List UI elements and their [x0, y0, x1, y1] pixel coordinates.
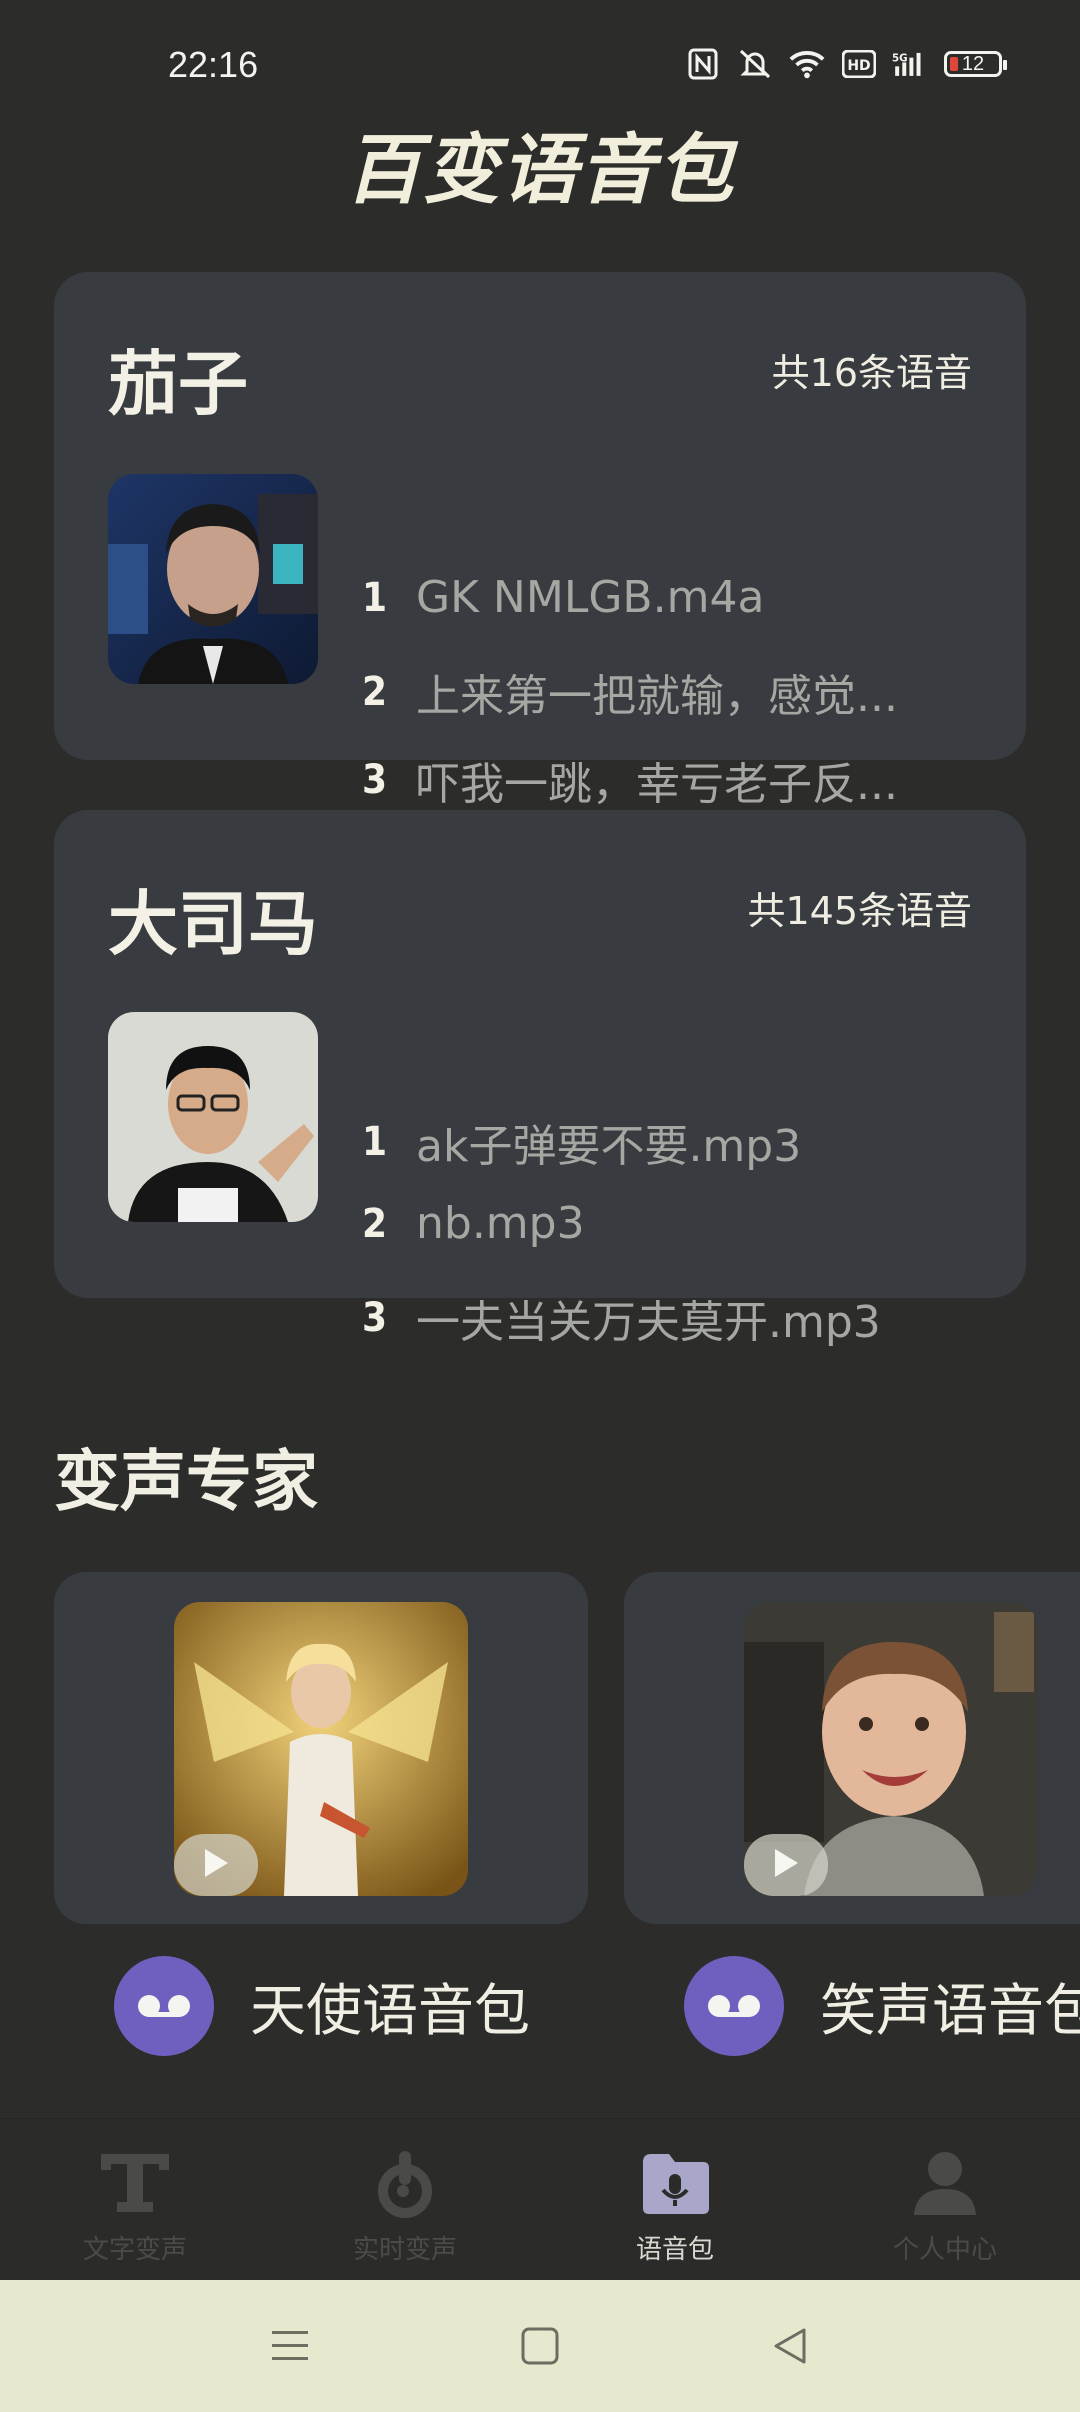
voicemail-icon — [684, 1956, 784, 2056]
expert-label-text: 天使语音包 — [250, 1978, 530, 2044]
track-item[interactable]: 1 ak子弹要不要.mp3 — [362, 1110, 922, 1174]
nav-item-realtime-voice[interactable]: 实时变声 — [270, 2119, 540, 2281]
pack-name: 茄子 — [108, 343, 248, 425]
expert-thumbnail — [174, 1602, 468, 1896]
nav-item-profile[interactable]: 个人中心 — [810, 2119, 1080, 2281]
nav-label: 文字变声 — [82, 2235, 187, 2265]
track-title: ak子弹要不要.mp3 — [416, 1121, 802, 1172]
expert-card[interactable] — [54, 1572, 588, 1924]
nav-label: 个人中心 — [892, 2235, 997, 2265]
track-item[interactable]: 2 上来第一把就输，感觉... — [362, 660, 922, 724]
track-title: nb.mp3 — [416, 1198, 585, 1249]
pack-avatar — [108, 1012, 318, 1222]
section-title-voice-experts: 变声专家 — [54, 1443, 318, 1520]
hd-icon: HD — [840, 46, 878, 82]
play-icon — [201, 1846, 231, 1884]
expert-item[interactable]: 天使语音包 — [114, 1956, 530, 2056]
pack-avatar — [108, 474, 318, 684]
track-title: 上来第一把就输，感觉... — [416, 671, 898, 722]
nfc-icon — [684, 46, 722, 82]
expert-label-text: 笑声语音包 — [820, 1978, 1080, 2044]
battery-indicator: 12 — [944, 51, 1007, 77]
expert-item[interactable]: 笑声语音包 — [684, 1956, 1080, 2056]
track-item[interactable]: 2 nb.mp3 — [362, 1198, 922, 1249]
status-icons: HD 5G 12 — [684, 46, 1007, 82]
voice-pack-card[interactable]: 大司马 共145条语音 1 ak子弹要不要.mp3 2 nb.mp3 — [54, 810, 1026, 1298]
menu-icon[interactable] — [260, 2316, 320, 2376]
svg-text:HD: HD — [847, 58, 870, 74]
track-title: 吓我一跳，幸亏老子反... — [416, 759, 898, 810]
expert-card[interactable] — [624, 1572, 1080, 1924]
track-item[interactable]: 3 一夫当关万夫莫开.mp3 — [362, 1286, 922, 1350]
track-number: 3 — [362, 757, 388, 803]
play-button[interactable] — [174, 1834, 258, 1896]
track-number: 2 — [362, 669, 388, 715]
track-number: 1 — [362, 574, 388, 621]
pack-count: 共16条语音 — [771, 351, 972, 395]
nav-item-text-voice[interactable]: 文字变声 — [0, 2119, 270, 2281]
track-number: 2 — [362, 1200, 388, 1247]
pack-name: 大司马 — [108, 883, 318, 965]
track-number: 3 — [362, 1295, 388, 1341]
voice-pack-card[interactable]: 茄子 共16条语音 1 GK NMLGB.m4a 2 上来第一把就输，感觉... — [54, 272, 1026, 760]
track-item[interactable]: 1 GK NMLGB.m4a — [362, 572, 922, 623]
play-icon — [771, 1846, 801, 1884]
track-item[interactable]: 3 吓我一跳，幸亏老子反... — [362, 748, 922, 812]
wifi-icon — [788, 46, 826, 82]
5g-signal-icon: 5G — [892, 46, 930, 82]
system-nav-bar — [0, 2280, 1080, 2412]
back-icon[interactable] — [760, 2316, 820, 2376]
realtime-voice-icon — [363, 2143, 447, 2223]
folder-mic-icon — [633, 2143, 717, 2223]
mute-icon — [736, 46, 774, 82]
nav-label: 语音包 — [635, 2235, 714, 2265]
app-title: 百变语音包 — [345, 125, 735, 214]
status-bar: 22:16 HD 5G 12 — [0, 0, 1080, 120]
user-icon — [903, 2143, 987, 2223]
track-title: 一夫当关万夫莫开.mp3 — [416, 1297, 881, 1348]
nav-label: 实时变声 — [352, 2235, 457, 2265]
expert-thumbnail — [744, 1602, 1038, 1896]
status-time: 22:16 — [168, 44, 259, 85]
pack-count: 共145条语音 — [747, 889, 972, 933]
nav-item-voice-pack[interactable]: 语音包 — [540, 2119, 810, 2281]
text-t-icon — [93, 2143, 177, 2223]
voicemail-icon — [114, 1956, 214, 2056]
track-number: 1 — [362, 1119, 388, 1165]
play-button[interactable] — [744, 1834, 828, 1896]
home-icon[interactable] — [510, 2316, 570, 2376]
track-title: GK NMLGB.m4a — [416, 572, 765, 623]
bottom-nav: 文字变声 实时变声 语音包 个人中心 — [0, 2118, 1080, 2281]
